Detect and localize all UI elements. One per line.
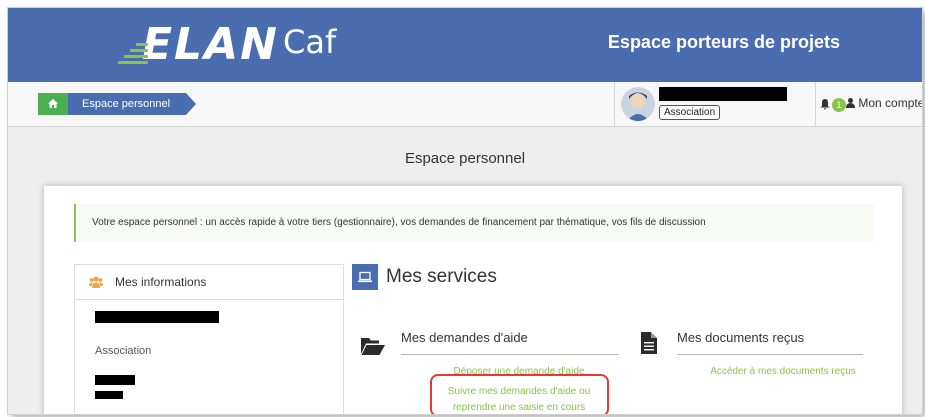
portal-title: Espace porteurs de projets xyxy=(607,32,840,52)
highlight-outline xyxy=(430,374,609,414)
documents-title: Mes documents reçus xyxy=(677,330,805,345)
page-title: Espace personnel xyxy=(404,150,526,167)
aid-divider xyxy=(401,354,619,355)
aid-requests-title: Mes demandes d'aide xyxy=(401,330,528,345)
header: ELAN Caf Espace porteurs de projets xyxy=(8,8,922,82)
laptop-icon xyxy=(358,271,372,283)
user-name-redacted xyxy=(659,87,787,101)
folder-open-icon xyxy=(361,338,385,355)
info-panel-title: Mes informations xyxy=(115,275,207,289)
address-redacted-2 xyxy=(95,391,123,399)
browser-screenshot: ELAN Caf Espace porteurs de projets Espa… xyxy=(8,8,922,414)
bell-icon xyxy=(820,99,830,110)
services-title: Mes services xyxy=(386,266,497,287)
home-button[interactable] xyxy=(38,93,68,115)
access-documents-link[interactable]: Accéder à mes documents reçus xyxy=(698,366,868,377)
notifications-button[interactable]: 1 xyxy=(820,96,846,114)
logo-speed-lines xyxy=(118,40,148,64)
documents-divider xyxy=(677,354,863,355)
content-card: Votre espace personnel : un accès rapide… xyxy=(44,186,902,414)
info-panel-header[interactable]: Mes informations xyxy=(75,265,343,300)
logo-text-elan: ELAN xyxy=(142,19,279,70)
breadcrumb-current[interactable]: Espace personnel xyxy=(68,93,197,115)
user-menu[interactable]: Association xyxy=(614,82,816,126)
intro-text: Votre espace personnel : un accès rapide… xyxy=(74,204,874,242)
document-icon xyxy=(641,332,657,354)
avatar xyxy=(621,87,655,121)
address-redacted xyxy=(95,375,135,385)
home-icon xyxy=(48,99,58,108)
logo-text-caf: Caf xyxy=(282,23,337,61)
notification-count-badge: 1 xyxy=(832,97,846,112)
organisation-name-redacted xyxy=(95,311,219,323)
organisation-type: Association xyxy=(95,345,152,357)
account-label: Mon compte xyxy=(858,96,922,110)
user-type-badge: Association xyxy=(659,105,721,120)
user-icon xyxy=(846,98,855,108)
elan-caf-logo[interactable]: ELAN Caf xyxy=(118,14,336,76)
breadcrumb-bar: Espace personnel Association 1 Mon compt… xyxy=(8,82,922,127)
info-panel: Mes informations Association xyxy=(74,264,344,414)
account-link[interactable]: Mon compte xyxy=(846,96,922,110)
services-icon-box xyxy=(352,264,378,290)
users-icon xyxy=(89,276,103,288)
